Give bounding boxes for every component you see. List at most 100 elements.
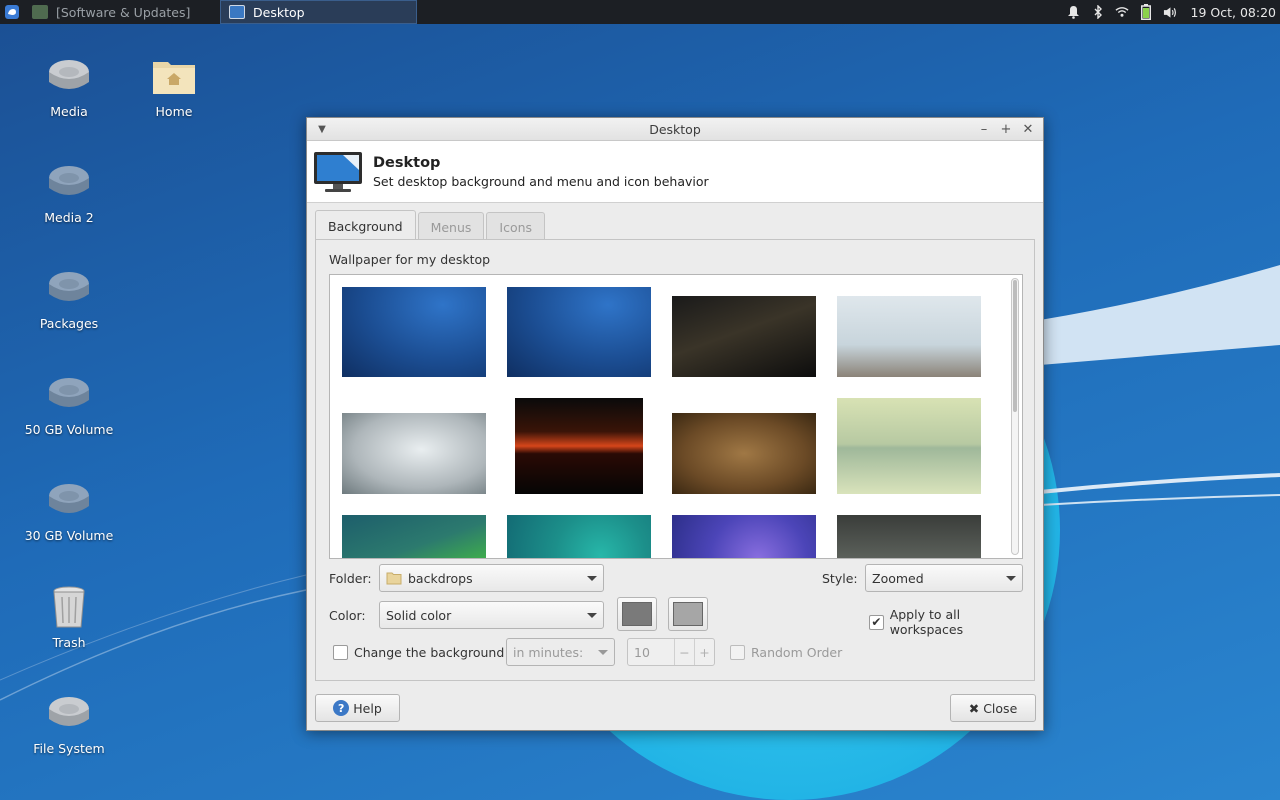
close-icon[interactable]: ✕ — [1019, 120, 1037, 138]
wallpaper-thumb-milky-way-night[interactable] — [672, 296, 816, 377]
color-style-value: Solid color — [386, 607, 452, 623]
drive-icon — [49, 166, 89, 195]
desktop-icon-packages[interactable]: Packages — [19, 264, 119, 331]
maximize-icon[interactable]: + — [997, 120, 1015, 138]
tab-background[interactable]: Background — [315, 210, 416, 241]
checkbox-box — [730, 645, 745, 660]
battery-icon[interactable] — [1139, 4, 1153, 20]
drive-icon — [49, 272, 89, 301]
dialog-header-subtitle: Set desktop background and menu and icon… — [373, 173, 709, 189]
close-button[interactable]: ✖ Close — [950, 694, 1036, 722]
random-order-checkbox[interactable]: Random Order — [730, 645, 842, 660]
color-style-combo[interactable]: Solid color — [379, 601, 604, 629]
checkbox-box — [333, 645, 348, 660]
folder-value: backdrops — [408, 570, 473, 586]
wallpaper-scrollbar[interactable] — [1011, 278, 1019, 555]
tab-icons[interactable]: Icons — [486, 212, 546, 241]
drive-icon — [49, 484, 89, 513]
wallpaper-thumb-frosty-plant[interactable] — [342, 413, 486, 494]
folder-label: Folder: — [329, 571, 372, 586]
desktop-icon-media[interactable]: Media — [19, 52, 119, 119]
window-menu-icon[interactable]: ▼ — [315, 122, 329, 136]
taskbar-item-label: [Software & Updates] — [56, 4, 191, 20]
wallpaper-thumb-misty-pier[interactable] — [837, 296, 981, 377]
random-order-label: Random Order — [751, 645, 843, 660]
folder-combo[interactable]: backdrops — [379, 564, 604, 592]
close-button-label: Close — [983, 700, 1018, 716]
wallpaper-thumb-grey-sailboat[interactable] — [837, 515, 981, 558]
desktop-icon-50gb-volume[interactable]: 50 GB Volume — [19, 370, 119, 437]
wallpaper-thumb-blue-aurora-1[interactable] — [342, 287, 486, 377]
taskbar-item-label: Desktop — [253, 4, 305, 20]
clock[interactable]: 19 Oct, 08:20 — [1191, 5, 1276, 20]
style-combo[interactable]: Zoomed — [865, 564, 1023, 592]
window-title: Desktop — [649, 121, 701, 137]
drive-icon — [49, 378, 89, 407]
decrement-icon[interactable]: − — [674, 639, 694, 665]
secondary-color-swatch — [673, 602, 703, 626]
help-icon: ? — [333, 700, 350, 716]
trash-icon — [53, 586, 85, 628]
desktop-icon-label: 30 GB Volume — [24, 528, 114, 543]
chevron-down-icon — [1006, 575, 1016, 581]
window-titlebar[interactable]: ▼ Desktop – + ✕ — [307, 118, 1043, 141]
close-icon: ✖ — [968, 700, 980, 716]
dialog-header: Desktop Set desktop background and menu … — [307, 141, 1043, 203]
desktop-icon-label: Trash — [52, 635, 86, 650]
notification-bell-icon[interactable] — [1067, 5, 1081, 19]
desktop-icon-file-system[interactable]: File System — [19, 689, 119, 756]
desktop-settings-dialog: ▼ Desktop – + ✕ Desktop Set desktop back… — [306, 117, 1044, 731]
taskbar-item-desktop[interactable]: Desktop — [220, 0, 417, 24]
change-background-label: Change the background — [354, 645, 505, 660]
primary-color-button[interactable] — [617, 597, 657, 631]
folder-icon — [386, 572, 402, 585]
background-tab-panel: Wallpaper for my desktop Folder: backdro… — [315, 239, 1035, 681]
xfce-mouse-icon — [5, 5, 19, 19]
wallpaper-thumb-teal-green-wave[interactable] — [342, 515, 486, 558]
top-panel: [Software & Updates] Desktop 19 Oct, 08:… — [0, 0, 1280, 24]
system-tray: 19 Oct, 08:20 — [1067, 4, 1280, 20]
wallpaper-thumb-stone-carving[interactable] — [672, 413, 816, 494]
wallpaper-grid — [329, 274, 1023, 559]
interval-spinner[interactable]: 10 − + — [627, 638, 715, 666]
wallpaper-thumb-red-sunset[interactable] — [515, 398, 643, 494]
chevron-down-icon — [598, 649, 608, 655]
volume-icon[interactable] — [1163, 5, 1177, 19]
home-folder-icon — [153, 62, 195, 94]
scrollbar-thumb[interactable] — [1013, 280, 1017, 412]
checkmark-icon: ✔ — [869, 614, 884, 630]
interval-unit-combo[interactable]: in minutes: — [506, 638, 615, 666]
change-background-checkbox[interactable]: Change the background — [333, 645, 504, 660]
drive-icon — [49, 697, 89, 726]
desktop-monitor-icon — [229, 5, 245, 19]
desktop-icon-label: File System — [33, 741, 105, 756]
secondary-color-button[interactable] — [668, 597, 708, 631]
tab-menus[interactable]: Menus — [417, 212, 485, 241]
style-label: Style: — [822, 571, 858, 586]
taskbar-item-software-updates[interactable]: [Software & Updates] — [24, 0, 220, 24]
desktop-icon-label: 50 GB Volume — [24, 422, 114, 437]
wallpaper-thumb-tree-reflection[interactable] — [837, 398, 981, 494]
desktop-icon-label: Media 2 — [44, 210, 94, 225]
tab-bar: Background Menus Icons — [315, 210, 546, 241]
chevron-down-icon — [587, 612, 597, 618]
desktop-icon-trash[interactable]: Trash — [19, 583, 119, 650]
interval-value: 10 — [634, 644, 650, 660]
desktop-icon-30gb-volume[interactable]: 30 GB Volume — [19, 476, 119, 543]
desktop-icon-home[interactable]: Home — [124, 52, 224, 119]
style-value: Zoomed — [872, 570, 924, 586]
wallpaper-thumb-blue-aurora-2[interactable] — [507, 287, 651, 377]
primary-color-swatch — [622, 602, 652, 626]
wifi-icon[interactable] — [1115, 5, 1129, 19]
increment-icon[interactable]: + — [694, 639, 714, 665]
chevron-down-icon — [587, 575, 597, 581]
wallpaper-thumb-teal-circles[interactable] — [507, 515, 651, 558]
bluetooth-icon[interactable] — [1091, 5, 1105, 19]
wallpaper-thumb-purple-circle[interactable] — [672, 515, 816, 558]
apply-all-workspaces-checkbox[interactable]: ✔ Apply to all workspaces — [869, 607, 1034, 637]
desktop-icon-label: Media — [50, 104, 88, 119]
whisker-menu-button[interactable] — [0, 0, 24, 24]
minimize-icon[interactable]: – — [975, 120, 993, 138]
help-button[interactable]: ? Help — [315, 694, 400, 722]
desktop-icon-media-2[interactable]: Media 2 — [19, 158, 119, 225]
